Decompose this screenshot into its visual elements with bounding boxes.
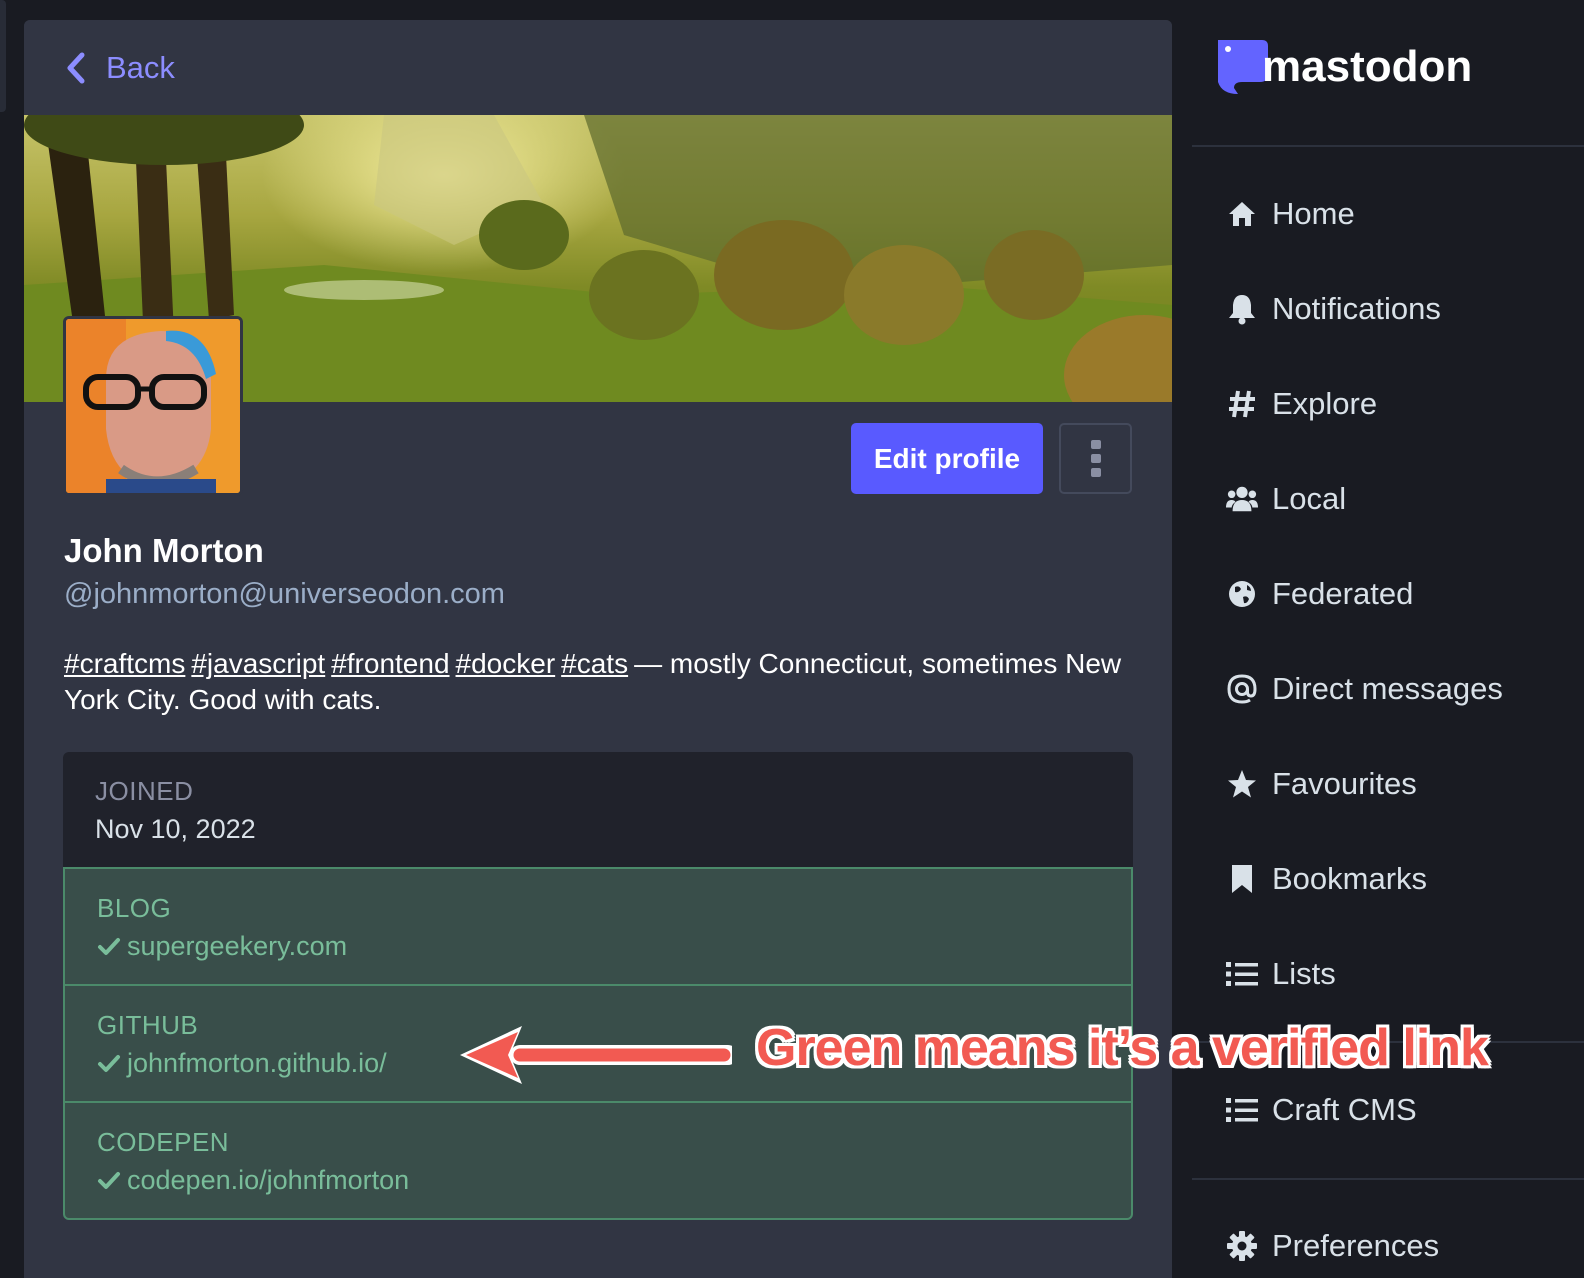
- at-icon: [1226, 673, 1258, 705]
- field-label: BLOG: [97, 893, 172, 923]
- back-label: Back: [106, 49, 175, 85]
- nav-label: Craft CMS: [1272, 1092, 1417, 1127]
- hashtag-link[interactable]: #frontend: [331, 648, 449, 679]
- nav-bookmarks[interactable]: Bookmarks: [1226, 861, 1427, 897]
- annotation-text: Green means it’s a verified link: [756, 1019, 1489, 1077]
- users-icon: [1226, 483, 1258, 515]
- nav-explore[interactable]: Explore: [1226, 386, 1377, 422]
- field-verified-blog: BLOG supergeekery.com: [63, 867, 1133, 986]
- hashtag-link[interactable]: #javascript: [191, 648, 325, 679]
- account-handle: @johnmorton@universeodon.com: [64, 578, 505, 610]
- divider: [1192, 145, 1584, 147]
- globe-icon: [1226, 578, 1258, 610]
- nav-label: Notifications: [1272, 291, 1441, 326]
- home-icon: [1226, 198, 1258, 230]
- nav-notifications[interactable]: Notifications: [1226, 291, 1441, 327]
- nav-home[interactable]: Home: [1226, 196, 1355, 232]
- kebab-icon-dot: [1090, 468, 1101, 477]
- check-icon: [98, 1171, 120, 1189]
- edit-profile-button[interactable]: Edit profile: [851, 423, 1043, 494]
- link-text: codepen.io/johnfmorton: [127, 1165, 410, 1195]
- profile-bio: #craftcms #javascript #frontend #docker #cat…: [64, 646, 1124, 718]
- hashtag-link[interactable]: #docker: [456, 648, 556, 679]
- avatar-portrait: [66, 319, 240, 493]
- annotation-arrow: [460, 1026, 732, 1084]
- field-value: Nov 10, 2022: [95, 814, 256, 844]
- nav-favourites[interactable]: Favourites: [1226, 766, 1417, 802]
- nav-federated[interactable]: Federated: [1226, 576, 1413, 612]
- field-label: JOINED: [95, 776, 194, 806]
- bookmark-icon: [1226, 863, 1258, 895]
- field-joined: JOINED Nov 10, 2022: [63, 752, 1133, 869]
- nav-local[interactable]: Local: [1226, 481, 1346, 517]
- field-label: CODEPEN: [97, 1127, 230, 1157]
- hashtag-icon: [1226, 388, 1258, 420]
- profile-fields: JOINED Nov 10, 2022 BLOG supergeekery.co…: [63, 752, 1133, 1220]
- list-icon: [1226, 1094, 1258, 1126]
- more-options-button[interactable]: [1059, 423, 1132, 494]
- list-icon: [1226, 958, 1258, 990]
- bell-icon: [1226, 293, 1258, 325]
- nav-preferences[interactable]: Preferences: [1226, 1228, 1439, 1264]
- nav-label: Explore: [1272, 386, 1378, 421]
- nav-label: Preferences: [1272, 1228, 1440, 1263]
- chevron-left-icon: [67, 52, 85, 83]
- nav-label: Lists: [1272, 956, 1336, 991]
- nav-label: Bookmarks: [1272, 861, 1428, 896]
- hashtag-link[interactable]: #cats: [561, 648, 628, 679]
- nav-label: Direct messages: [1272, 671, 1503, 706]
- verified-link[interactable]: supergeekery.com: [97, 931, 1099, 962]
- nav-label: Local: [1272, 481, 1347, 516]
- nav-lists[interactable]: Lists: [1226, 956, 1336, 992]
- verified-link[interactable]: codepen.io/johnfmorton: [97, 1165, 1099, 1196]
- check-icon: [98, 937, 120, 955]
- gear-icon: [1226, 1230, 1258, 1262]
- back-button[interactable]: Back: [24, 20, 1172, 115]
- navigation-sidebar: mastodon Home Notifications Explore Loca…: [1192, 0, 1584, 1278]
- nav-label: Federated: [1272, 576, 1414, 611]
- kebab-icon-dot: [1090, 454, 1101, 463]
- kebab-icon: [1090, 440, 1101, 449]
- link-text: supergeekery.com: [127, 931, 348, 961]
- field-verified-codepen: CODEPEN codepen.io/johnfmorton: [63, 1101, 1133, 1220]
- link-text: johnfmorton.github.io/: [127, 1048, 387, 1078]
- left-column-edge: [0, 0, 6, 112]
- check-icon: [98, 1054, 120, 1072]
- page: Back Edit profile John Morton @johnmorto…: [0, 0, 1584, 1278]
- avatar[interactable]: [63, 316, 243, 496]
- mastodon-wordmark: mastodon: [1262, 42, 1473, 91]
- mastodon-logo[interactable]: mastodon: [1212, 36, 1472, 98]
- nav-direct-messages[interactable]: Direct messages: [1226, 671, 1503, 707]
- nav-list-craft-cms[interactable]: Craft CMS: [1226, 1092, 1417, 1128]
- divider: [1192, 1178, 1584, 1180]
- hashtag-link[interactable]: #craftcms: [64, 648, 185, 679]
- nav-label: Favourites: [1272, 766, 1417, 801]
- profile-column: Back Edit profile John Morton @johnmorto…: [24, 20, 1172, 1278]
- star-icon: [1226, 768, 1258, 800]
- nav-label: Home: [1272, 196, 1355, 231]
- profile-actions: Edit profile: [851, 423, 1132, 494]
- display-name: John Morton: [64, 532, 264, 569]
